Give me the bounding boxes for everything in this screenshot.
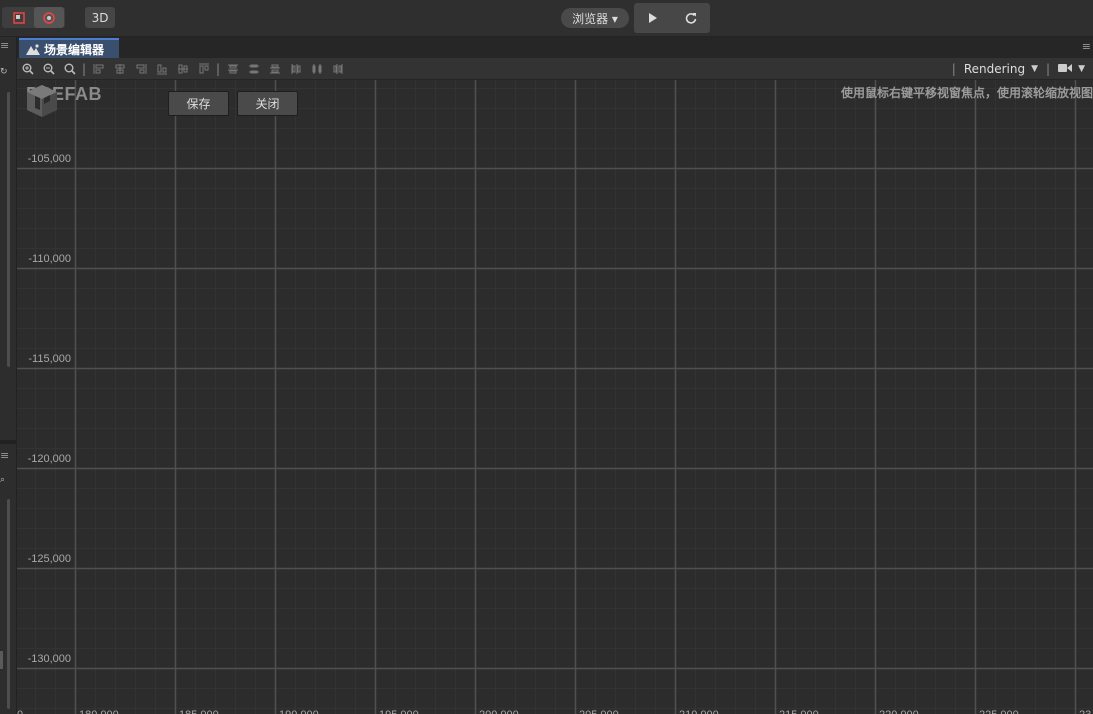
x-axis-label: 210,000 — [679, 709, 719, 714]
chevron-down-icon[interactable]: ▼ — [1031, 64, 1038, 74]
x-axis-label: 225,000 — [979, 709, 1019, 714]
camera-icon[interactable] — [1058, 62, 1073, 76]
refresh-icon[interactable]: ↻ — [0, 67, 8, 77]
refresh-icon[interactable] — [672, 3, 710, 33]
scene-icon — [26, 43, 40, 55]
x-axis-label: 205,000 — [579, 709, 619, 714]
x-axis-label: 220,000 — [879, 709, 919, 714]
prefab-cube-icon — [27, 85, 57, 117]
search-icon[interactable]: ⌕ — [0, 475, 5, 485]
tab-label: 场景编辑器 — [44, 42, 105, 57]
y-axis-label: -110,000 — [28, 253, 71, 265]
scene-toolbar: | | | Rendering ▼ | ▼ — [17, 58, 1093, 80]
x-axis-label: 190,000 — [279, 709, 319, 714]
toolbar-separator: | — [82, 61, 87, 76]
align-left-icon[interactable] — [151, 59, 172, 79]
panel-menu-icon[interactable]: ≡ — [0, 39, 10, 52]
preview-controls — [634, 3, 710, 33]
zoom-reset-icon[interactable] — [59, 59, 80, 79]
zoom-in-icon[interactable] — [17, 59, 38, 79]
distribute-left-icon[interactable] — [285, 59, 306, 79]
scene-grid: -105,000 -110,000 -115,000 -120,000 -125,000… — [17, 80, 1093, 714]
panel-menu-icon[interactable]: ≡ — [0, 449, 10, 462]
distribute-right-icon[interactable] — [327, 59, 348, 79]
navigation-hint: 使用鼠标右键平移视窗焦点，使用滚轮缩放视图 — [840, 86, 1093, 100]
x-axis-label: 23 — [1079, 709, 1091, 714]
x-axis-label: 195,000 — [379, 709, 419, 714]
toolbar-separator: | — [951, 62, 956, 76]
toolbar-separator: | — [216, 61, 221, 76]
tab-bar: 场景编辑器 ≡ — [17, 37, 1093, 58]
play-icon[interactable] — [634, 3, 672, 33]
x-axis-label: 0 — [17, 709, 23, 714]
y-axis-label: -105,000 — [28, 153, 71, 165]
distribute-bottom-icon[interactable] — [264, 59, 285, 79]
prefab-logo: PREFAB — [26, 84, 102, 117]
distribute-hcenter-icon[interactable] — [306, 59, 327, 79]
close-button[interactable]: 关闭 — [237, 91, 298, 116]
distribute-top-icon[interactable] — [222, 59, 243, 79]
zoom-out-icon[interactable] — [38, 59, 59, 79]
tab-scene-editor[interactable]: 场景编辑器 — [19, 38, 119, 58]
rect-tool-icon[interactable] — [33, 7, 64, 28]
align-right-icon[interactable] — [193, 59, 214, 79]
x-axis-label: 215,000 — [779, 709, 819, 714]
align-vcenter-icon[interactable] — [109, 59, 130, 79]
scrollbar[interactable] — [7, 92, 10, 367]
align-hcenter-icon[interactable] — [172, 59, 193, 79]
rendering-dropdown[interactable]: Rendering — [964, 62, 1025, 76]
mode-3d-button[interactable]: 3D — [85, 7, 115, 28]
y-axis-label: -125,000 — [28, 553, 71, 565]
transform-mode-group — [2, 7, 65, 28]
align-top-icon[interactable] — [88, 59, 109, 79]
y-axis-label: -115,000 — [28, 353, 71, 365]
y-axis-label: -130,000 — [28, 653, 71, 665]
left-panel-strip: ≡ ↻ ≡ ⌕ — [0, 37, 17, 714]
panel-divider[interactable] — [0, 440, 17, 444]
panel-resize-handle[interactable] — [0, 651, 3, 669]
save-button[interactable]: 保存 — [168, 91, 229, 116]
distribute-vcenter-icon[interactable] — [243, 59, 264, 79]
panel-menu-icon[interactable]: ≡ — [1082, 40, 1091, 53]
select-tool-icon[interactable] — [4, 7, 34, 28]
x-axis-label: 200,000 — [479, 709, 519, 714]
main-toolbar: 3D 浏览器 ▾ — [0, 0, 1093, 37]
toolbar-right-group: | Rendering ▼ | ▼ — [950, 58, 1085, 80]
scene-viewport[interactable]: -105,000 -110,000 -115,000 -120,000 -125,000… — [17, 80, 1093, 714]
align-bottom-icon[interactable] — [130, 59, 151, 79]
browser-select[interactable]: 浏览器 ▾ — [561, 8, 629, 28]
scrollbar[interactable] — [7, 499, 10, 709]
x-axis-label: 185,000 — [179, 709, 219, 714]
chevron-down-icon[interactable]: ▼ — [1078, 64, 1085, 74]
y-axis-label: -120,000 — [28, 453, 71, 465]
toolbar-separator: | — [1046, 62, 1051, 76]
x-axis-label: 180,000 — [79, 709, 119, 714]
